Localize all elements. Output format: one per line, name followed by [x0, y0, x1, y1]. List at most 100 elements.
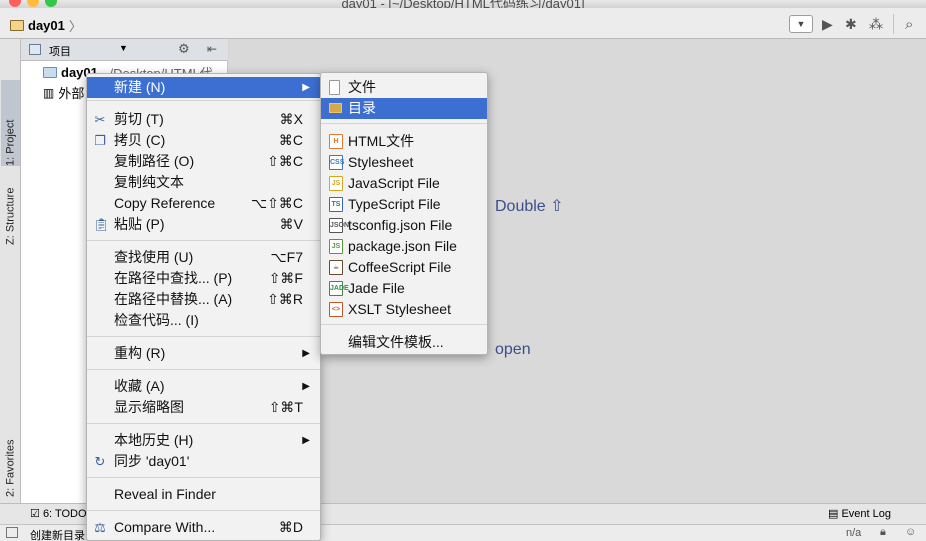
search-icon[interactable]: ⌕ — [905, 16, 913, 33]
context-menu-item[interactable]: 在路径中查找... (P) ⇧⌘F — [87, 268, 320, 289]
html-file-icon: H — [329, 134, 343, 149]
context-menu-item[interactable]: 重构 (R) ▶ — [87, 343, 320, 364]
css-file-icon: CSS — [329, 155, 344, 170]
context-menu-item[interactable]: 📋︎ 粘贴 (P) ⌘V — [87, 214, 320, 235]
context-menu-item[interactable]: ✂ 剪切 (T) ⌘X — [87, 109, 320, 130]
todo-tab[interactable]: ☑ 6: TODO — [30, 507, 87, 520]
context-menu-item[interactable]: 复制纯文本 — [87, 172, 320, 193]
menu-item-label: 同步 'day01' — [114, 453, 190, 469]
context-menu-item[interactable]: ❐ 拷贝 (C) ⌘C — [87, 130, 320, 151]
event-log-label: Event Log — [841, 508, 892, 520]
context-menu-item[interactable]: 复制路径 (O) ⇧⌘C — [87, 151, 320, 172]
new-submenu-item[interactable]: JS JavaScript File — [321, 173, 487, 194]
context-menu-item[interactable]: 查找使用 (U) ⌥F7 — [87, 247, 320, 268]
caret-position: n/a — [846, 527, 862, 539]
folder-icon — [43, 67, 57, 78]
context-menu-item[interactable]: 收藏 (A) ▶ — [87, 376, 320, 397]
tab-structure-label: Z: Structure — [4, 187, 17, 245]
menu-separator — [87, 369, 320, 370]
context-menu-item[interactable]: ↻ 同步 'day01' — [87, 451, 320, 472]
menu-item-shortcut: ⇧⌘T — [268, 399, 303, 415]
toggle-tool-windows-icon[interactable] — [6, 527, 18, 538]
new-submenu-item[interactable]: CSS Stylesheet — [321, 152, 487, 173]
tree-item-label: 外部 — [58, 86, 85, 101]
menu-separator — [87, 100, 320, 101]
hide-panel-icon[interactable]: ⇤ — [207, 42, 217, 56]
file-icon — [329, 80, 340, 95]
tab-favorites[interactable]: 2: Favorites — [1, 411, 20, 497]
run-config-dropdown[interactable]: ▼ — [789, 15, 813, 33]
search-everywhere-hint: Double ⇧ — [495, 198, 564, 215]
menu-item-label: 编辑文件模板... — [348, 334, 444, 350]
new-submenu-item[interactable]: JS package.json File — [321, 236, 487, 257]
chevron-down-icon[interactable]: ▼ — [119, 43, 128, 53]
project-view-label[interactable]: 项目 — [49, 43, 71, 59]
inspector-icon[interactable]: ☺ — [905, 526, 916, 538]
menu-item-shortcut: ⌥⇧⌘C — [251, 195, 303, 211]
js-file-icon: JS — [329, 176, 343, 191]
chevron-right-icon: 〉 — [68, 19, 82, 34]
scissors-icon: ✂ — [94, 112, 106, 127]
gear-icon[interactable]: ⚙ — [178, 41, 190, 57]
status-text: 创建新目录 — [30, 530, 85, 541]
toolbar-divider — [893, 14, 894, 34]
folder-icon — [10, 20, 24, 31]
project-view-icon — [29, 44, 41, 55]
new-submenu-item[interactable]: 文件 — [321, 77, 487, 98]
menu-separator — [87, 336, 320, 337]
menu-item-shortcut: ⌘V — [279, 216, 303, 232]
new-submenu-item[interactable]: TS TypeScript File — [321, 194, 487, 215]
context-menu-item[interactable]: Reveal in Finder — [87, 484, 320, 505]
json-file-icon: JSON — [329, 218, 349, 233]
context-menu-item[interactable]: 本地历史 (H) ▶ — [87, 430, 320, 451]
breadcrumb[interactable]: day01 〉 — [10, 16, 82, 35]
menu-item-label: Jade File — [348, 280, 405, 296]
menu-item-label: package.json File — [348, 238, 457, 254]
menu-item-label: Stylesheet — [348, 154, 414, 170]
submenu-arrow-icon: ▶ — [302, 348, 310, 359]
todo-label: 6: TODO — [42, 508, 87, 520]
event-log-icon: ▤ — [828, 508, 839, 520]
menu-item-label: 本地历史 (H) — [114, 432, 194, 448]
new-submenu-item[interactable]: JSON tsconfig.json File — [321, 215, 487, 236]
context-menu-item[interactable]: Copy Reference ⌥⇧⌘C — [87, 193, 320, 214]
menu-item-label: TypeScript File — [348, 196, 441, 212]
open-file-hint: open — [495, 341, 531, 358]
context-menu-item[interactable]: 显示缩略图 ⇧⌘T — [87, 397, 320, 418]
menu-item-label: 目录 — [348, 100, 376, 116]
menu-item-shortcut: ⌥F7 — [270, 249, 303, 265]
menu-item-label: HTML文件 — [348, 133, 415, 149]
menu-item-label: Compare With... — [114, 519, 216, 535]
new-submenu-item[interactable]: 目录 — [321, 98, 487, 119]
new-submenu-item[interactable]: ☕ CoffeeScript File — [321, 257, 487, 278]
menu-item-label: 查找使用 (U) — [114, 249, 194, 265]
new-submenu-item[interactable]: H HTML文件 — [321, 131, 487, 152]
copy-icon: ❐ — [94, 133, 106, 148]
folder-icon — [329, 103, 342, 113]
run-icon[interactable]: ▶ — [822, 16, 833, 33]
tree-item-external[interactable]: ▥ 外部 — [43, 83, 84, 102]
context-menu-item[interactable]: ⚖ Compare With... ⌘D — [87, 517, 320, 538]
menu-separator — [87, 240, 320, 241]
context-menu-item[interactable]: 检查代码... (I) — [87, 310, 320, 331]
menu-item-shortcut: ⇧⌘F — [268, 270, 303, 286]
event-log-tab[interactable]: ▤ Event Log — [828, 507, 891, 520]
new-submenu-item[interactable]: 编辑文件模板... — [321, 332, 487, 353]
menu-item-label: 在路径中替换... (A) — [114, 291, 233, 307]
tab-structure[interactable]: Z: Structure — [1, 135, 20, 245]
menu-item-shortcut: ⌘C — [278, 132, 303, 148]
menu-item-label: Reveal in Finder — [114, 486, 216, 502]
menu-item-label: 显示缩略图 — [114, 399, 184, 415]
menu-item-label: 检查代码... (I) — [114, 312, 199, 328]
debug-icon[interactable]: ✱ — [845, 16, 857, 33]
lock-icon[interactable]: 🔒︎ — [880, 526, 886, 539]
context-menu: 新建 (N) ▶ ✂ 剪切 (T) ⌘X ❐ 拷贝 (C) ⌘C 复制路径 (O) ⇧⌘C 复制纯文… — [86, 73, 321, 541]
coverage-icon[interactable]: ⁂ — [869, 16, 883, 33]
menu-item-label: 复制纯文本 — [114, 174, 184, 190]
new-submenu-item[interactable]: JADE Jade File — [321, 278, 487, 299]
context-menu-item[interactable]: 新建 (N) ▶ — [87, 77, 320, 98]
new-submenu-item[interactable]: <> XSLT Stylesheet — [321, 299, 487, 320]
menu-item-label: 复制路径 (O) — [114, 153, 195, 169]
context-menu-item[interactable]: 在路径中替换... (A) ⇧⌘R — [87, 289, 320, 310]
window-title-bar: day01 - [~/Desktop/HTML代码练习/day01] — [0, 0, 926, 8]
